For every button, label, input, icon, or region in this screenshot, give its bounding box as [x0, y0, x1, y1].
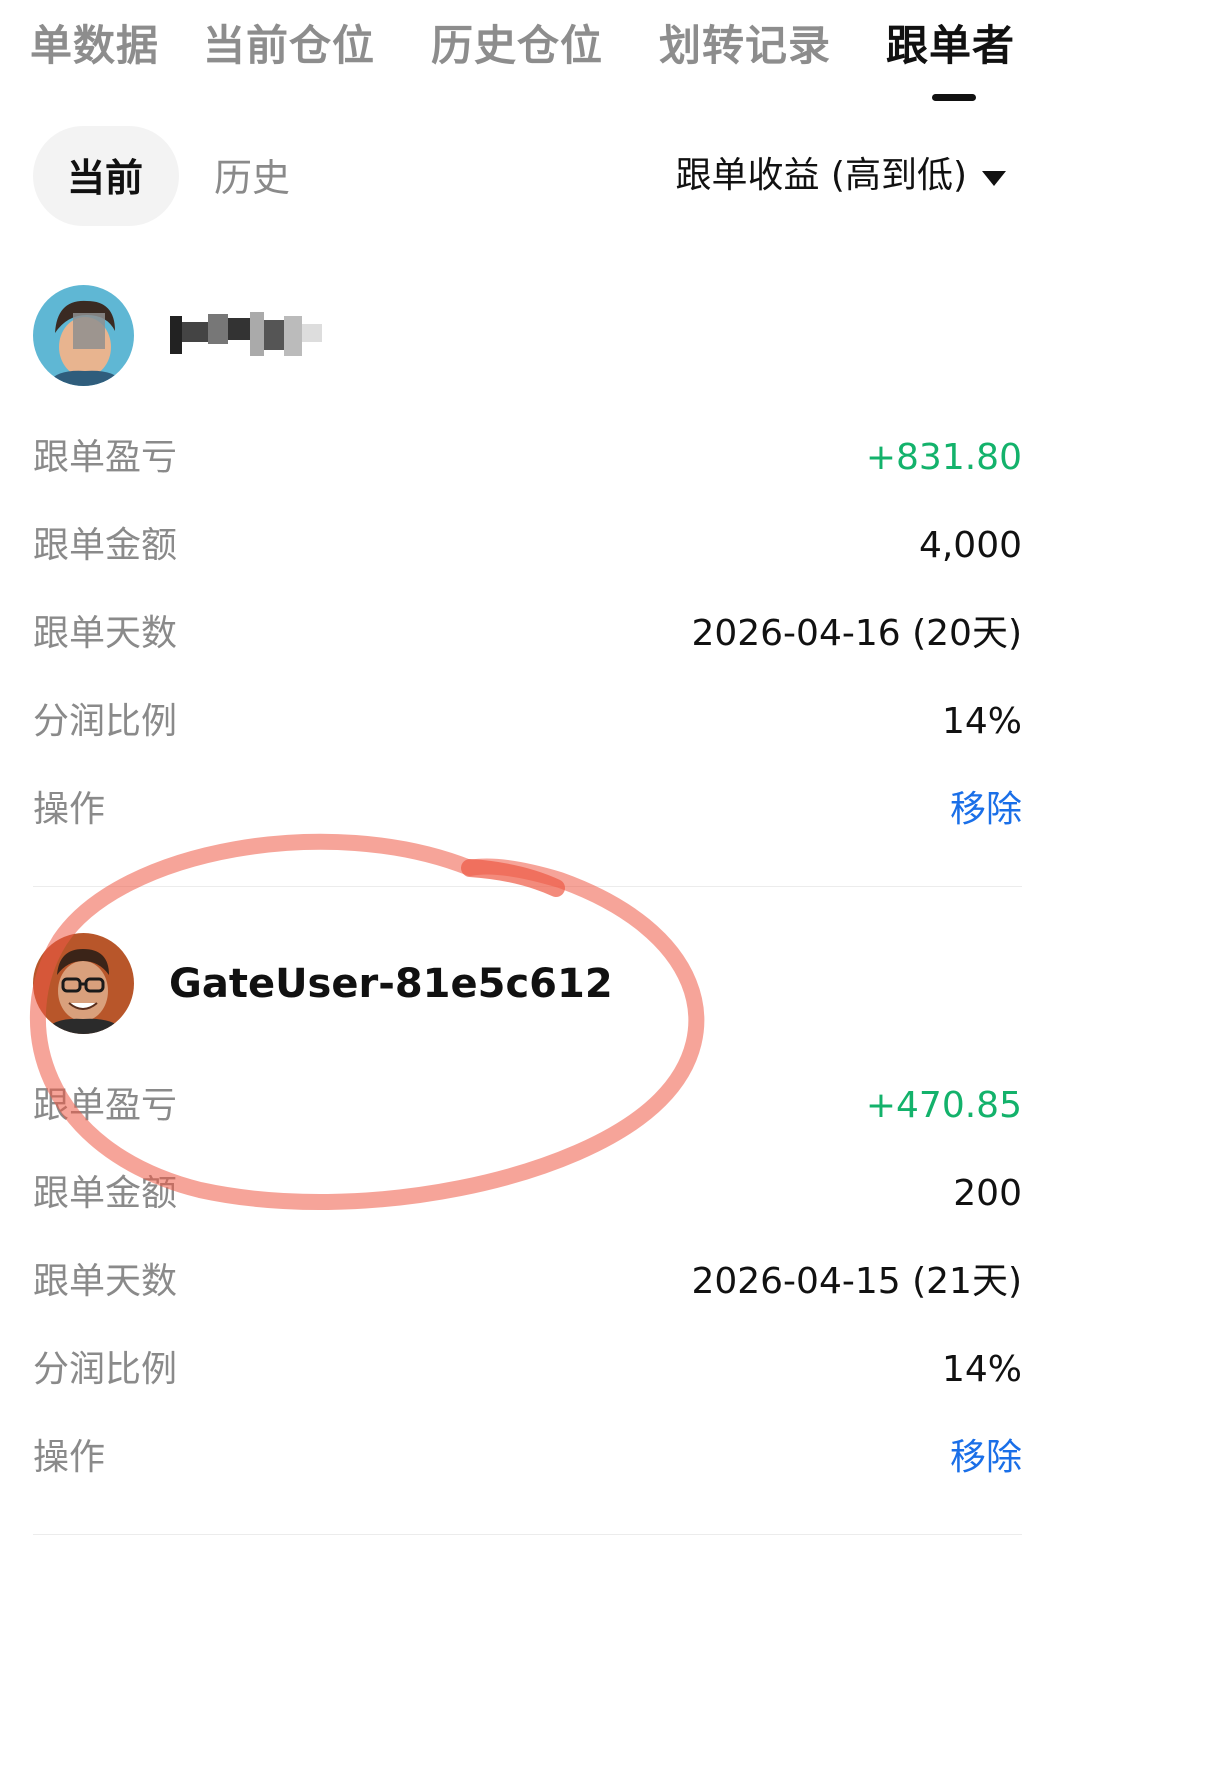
row-label: 跟单金额: [33, 525, 178, 566]
username: GateUser-81e5c612: [169, 961, 613, 1007]
sub-tab-current[interactable]: 当前: [67, 148, 143, 208]
card-divider: [33, 886, 1022, 887]
tab-copy-data[interactable]: 单数据: [30, 14, 159, 78]
row-label: 跟单天数: [33, 1261, 178, 1302]
follower-row-action: 操作 移除: [33, 782, 1022, 838]
follower-row-share-ratio: 分润比例 14%: [33, 694, 1022, 750]
row-value: +470.85: [865, 1085, 1022, 1126]
row-label: 操作: [33, 789, 106, 830]
avatar: [33, 285, 134, 386]
row-label: 跟单天数: [33, 613, 178, 654]
row-value: 4,000: [918, 525, 1022, 566]
row-label: 操作: [33, 1437, 106, 1478]
row-label: 分润比例: [33, 1349, 178, 1390]
top-tab-bar: 单数据 当前仓位 历史仓位 划转记录 跟单者: [0, 0, 1063, 110]
follower-row-pnl: 跟单盈亏 +470.85: [33, 1078, 1022, 1134]
row-value: 2026-04-15 (21天): [691, 1261, 1022, 1302]
sort-dropdown[interactable]: 跟单收益 (高到低): [675, 146, 967, 206]
follower-row-share-ratio: 分润比例 14%: [33, 1342, 1022, 1398]
row-value: +831.80: [865, 437, 1022, 478]
tab-followers[interactable]: 跟单者: [886, 14, 1015, 78]
follower-row-pnl: 跟单盈亏 +831.80: [33, 430, 1022, 486]
follower-row-action: 操作 移除: [33, 1430, 1022, 1486]
row-value: 14%: [941, 701, 1022, 742]
tab-transfer-records[interactable]: 划转记录: [659, 14, 831, 78]
row-label: 跟单盈亏: [33, 1085, 178, 1126]
row-label: 跟单金额: [33, 1173, 178, 1214]
username-obscured: [170, 308, 330, 364]
follower-row-days: 跟单天数 2026-04-15 (21天): [33, 1254, 1022, 1310]
row-label: 跟单盈亏: [33, 437, 178, 478]
row-value: 14%: [941, 1349, 1022, 1390]
sub-tab-history[interactable]: 历史: [214, 148, 290, 208]
row-label: 分润比例: [33, 701, 178, 742]
follower-row-days: 跟单天数 2026-04-16 (20天): [33, 606, 1022, 662]
row-value: 2026-04-16 (20天): [691, 613, 1022, 654]
follower-row-amount: 跟单金额 200: [33, 1166, 1022, 1222]
remove-button[interactable]: 移除: [950, 782, 1022, 838]
active-tab-indicator: [932, 94, 976, 101]
row-value: 200: [953, 1173, 1022, 1214]
tab-current-positions[interactable]: 当前仓位: [203, 14, 375, 78]
tab-history-positions[interactable]: 历史仓位: [431, 14, 603, 78]
follower-row-amount: 跟单金额 4,000: [33, 518, 1022, 574]
sort-caret-icon[interactable]: [982, 171, 1006, 186]
remove-button[interactable]: 移除: [950, 1430, 1022, 1486]
card-divider: [33, 1534, 1022, 1535]
avatar: [33, 933, 134, 1034]
